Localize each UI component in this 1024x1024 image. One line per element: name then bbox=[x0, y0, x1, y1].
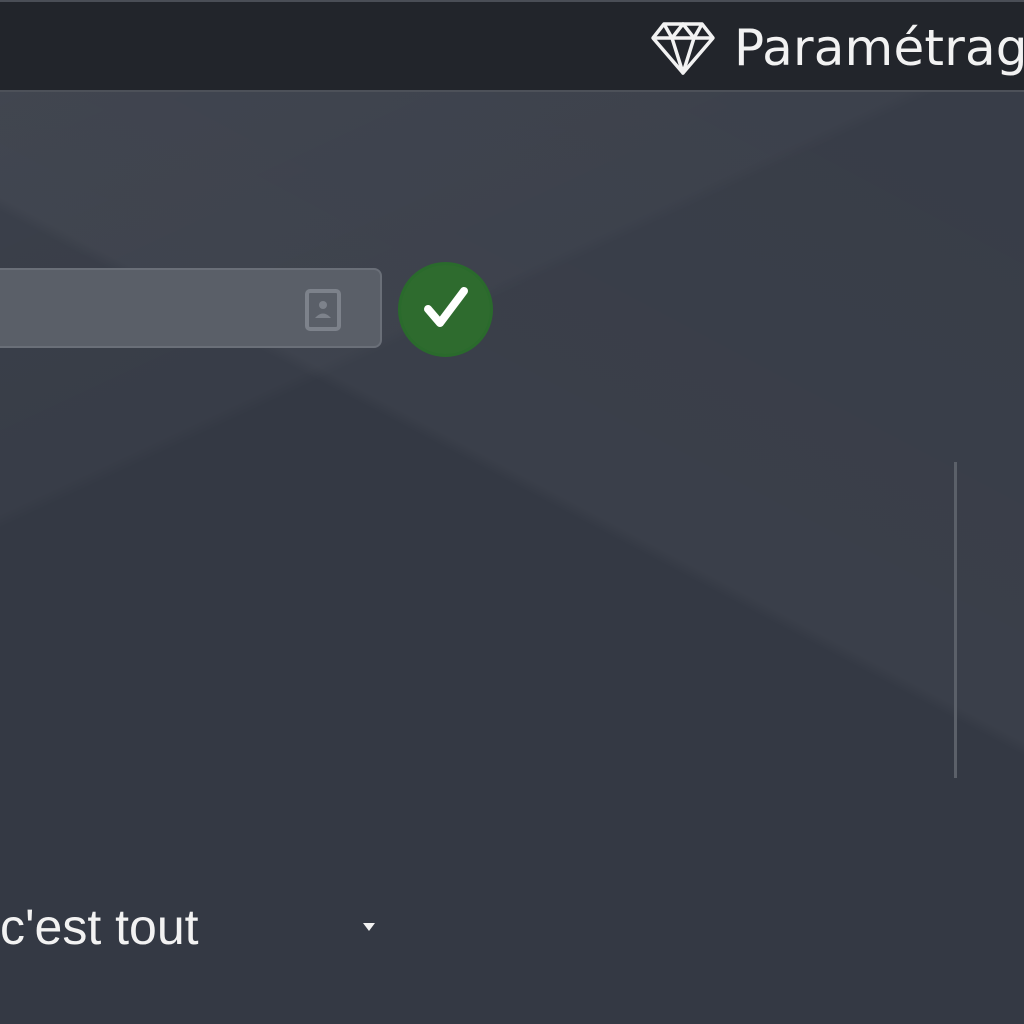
vertical-divider bbox=[954, 462, 957, 778]
contact-card-icon bbox=[304, 288, 342, 332]
background-shade-lower bbox=[0, 92, 1024, 1024]
dropdown-select[interactable]: c'est tout bbox=[0, 890, 400, 970]
confirm-button[interactable] bbox=[398, 262, 493, 357]
checkmark-icon bbox=[422, 285, 470, 334]
field-input[interactable] bbox=[6, 270, 270, 348]
app-window: Paramétrag c'est tout bbox=[0, 0, 1024, 1024]
caret-down-icon bbox=[362, 920, 376, 934]
text-field[interactable] bbox=[0, 268, 382, 348]
settings-menu-button[interactable]: Paramétrag bbox=[650, 12, 1024, 84]
dropdown-selected-value: c'est tout bbox=[0, 899, 199, 955]
settings-title: Paramétrag bbox=[734, 19, 1024, 77]
top-bar: Paramétrag bbox=[0, 0, 1024, 92]
diamond-icon bbox=[650, 20, 716, 76]
